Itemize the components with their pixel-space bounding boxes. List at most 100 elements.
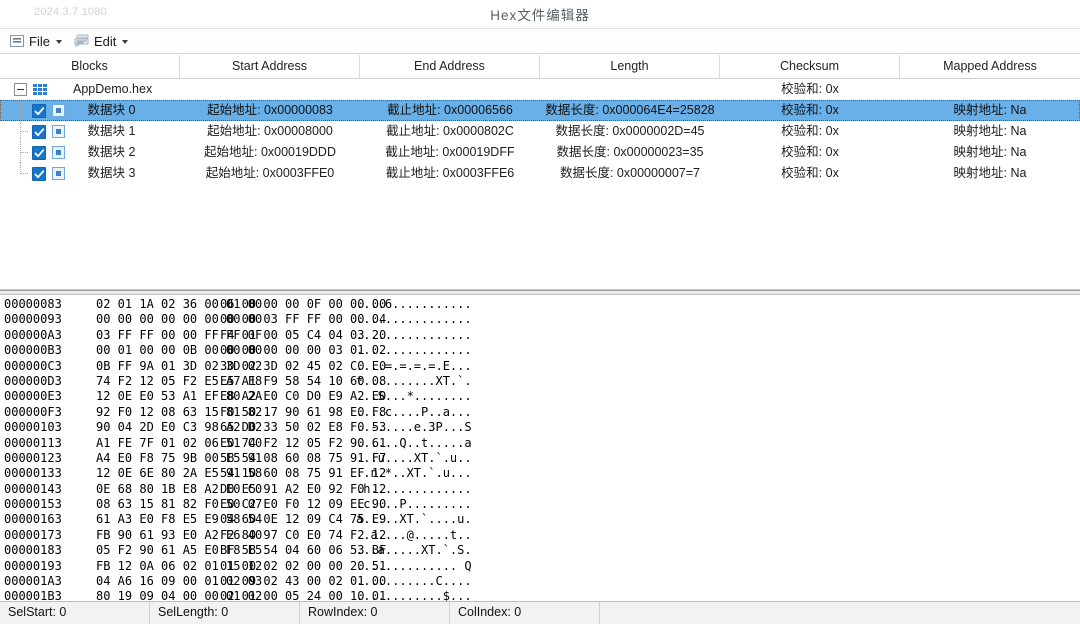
- hex-bytes-group-2[interactable]: 02 01 00 05 24 00 10 01: [220, 589, 356, 601]
- block-checkbox[interactable]: [32, 104, 46, 118]
- hex-ascii[interactable]: ....=.=.=.=.E...: [356, 359, 472, 374]
- hex-bytes-group-2[interactable]: 01 09 02 43 00 02 01 00: [220, 574, 356, 589]
- hex-row[interactable]: 00000123A4 E0 F8 75 9B 00 E5 9158 54 08 …: [4, 451, 1080, 466]
- menu-file[interactable]: File: [6, 29, 69, 53]
- hex-ascii[interactable]: ...S...*........: [356, 389, 472, 404]
- hex-bytes-group-1[interactable]: 80 19 09 04 00 00 01 02: [96, 589, 220, 601]
- menu-edit[interactable]: Edit: [71, 29, 135, 53]
- hex-ascii[interactable]: ....6...........: [356, 297, 472, 312]
- hex-bytes-group-2[interactable]: 00 00 00 00 00 03 01 02: [220, 343, 356, 358]
- hex-ascii[interactable]: t..........XT.`.: [356, 374, 472, 389]
- hex-bytes-group-2[interactable]: E0 C2 E0 F0 12 09 EE 90: [220, 497, 356, 512]
- hex-dump[interactable]: 0000008302 01 1A 02 36 00 01 0006 00 00 …: [0, 295, 1080, 601]
- hex-ascii[interactable]: ..-.....e.3P...S: [356, 420, 472, 435]
- hex-bytes-group-1[interactable]: 92 F0 12 08 63 15 81 82: [96, 405, 220, 420]
- hex-bytes-group-1[interactable]: A1 FE 7F 01 02 06 51 C0: [96, 436, 220, 451]
- hex-bytes-group-1[interactable]: 0E 68 80 1B E8 A2 E0 C0: [96, 482, 220, 497]
- hex-bytes-group-1[interactable]: 12 0E E0 53 A1 EF 80 2A: [96, 389, 220, 404]
- hex-bytes-group-2[interactable]: E0 74 F2 12 05 F2 90 61: [220, 436, 356, 451]
- hex-bytes-group-1[interactable]: 0B FF 9A 01 3D 02 3D 02: [96, 359, 220, 374]
- hex-row[interactable]: 000000A303 FF FF 00 00 FF FF 0FF4 01 00 …: [4, 328, 1080, 343]
- hex-ascii[interactable]: ......Q..t.....a: [356, 436, 472, 451]
- hex-row[interactable]: 000000B300 01 00 00 0B 00 00 0000 00 00 …: [4, 343, 1080, 358]
- hex-ascii[interactable]: ....c....P..a...: [356, 405, 472, 420]
- hex-bytes-group-2[interactable]: 3D 02 3D 02 45 02 C0 E0: [220, 359, 356, 374]
- hex-bytes-group-1[interactable]: 00 00 00 00 00 00 00 00: [96, 312, 220, 327]
- hex-ascii[interactable]: ............$...: [356, 589, 472, 601]
- block-checkbox[interactable]: [32, 167, 46, 181]
- hex-ascii[interactable]: .h..............: [356, 482, 472, 497]
- hex-ascii[interactable]: ................: [356, 312, 472, 327]
- tree-root-row[interactable]: AppDemo.hex 校验和: 0x: [0, 79, 1080, 100]
- hex-row[interactable]: 0000010390 04 2D E0 C3 98 A2 D265 D0 33 …: [4, 420, 1080, 435]
- hex-row[interactable]: 0000016361 A3 E0 F8 E5 E9 58 5404 60 0E …: [4, 512, 1080, 527]
- hex-row[interactable]: 0000009300 00 00 00 00 00 00 0000 00 03 …: [4, 312, 1080, 327]
- hex-bytes-group-1[interactable]: 90 04 2D E0 C3 98 A2 D2: [96, 420, 220, 435]
- hex-row[interactable]: 000001430E 68 80 1B E8 A2 E0 C0D0 E5 91 …: [4, 482, 1080, 497]
- hex-bytes-group-2[interactable]: 65 D0 33 50 02 E8 F0 53: [220, 420, 356, 435]
- block-checkbox[interactable]: [32, 125, 46, 139]
- column-header-length[interactable]: Length: [540, 55, 720, 78]
- hex-row[interactable]: 000000D374 F2 12 05 F2 E5 A7 F8E5 A1 F9 …: [4, 374, 1080, 389]
- hex-bytes-group-2[interactable]: E5 A1 F9 58 54 10 60 08: [220, 374, 356, 389]
- hex-row[interactable]: 000001B380 19 09 04 00 00 01 0202 01 00 …: [4, 589, 1080, 601]
- hex-bytes-group-2[interactable]: F4 01 00 05 C4 04 03 20: [220, 328, 356, 343]
- hex-row[interactable]: 00000173FB 90 61 93 E0 A2 E6 40F2 80 97 …: [4, 528, 1080, 543]
- hex-row[interactable]: 00000113A1 FE 7F 01 02 06 51 C0E0 74 F2 …: [4, 436, 1080, 451]
- hex-bytes-group-2[interactable]: E8 A2 E0 C0 D0 E9 A2 E0: [220, 389, 356, 404]
- hex-row[interactable]: 0000013312 0E 6E 80 2A E5 91 5854 10 60 …: [4, 466, 1080, 481]
- hex-view-panel[interactable]: 0000008302 01 1A 02 36 00 01 0006 00 00 …: [0, 290, 1080, 601]
- hex-ascii[interactable]: ..n.*..XT.`.u...: [356, 466, 472, 481]
- column-header-end-address[interactable]: End Address: [360, 55, 540, 78]
- hex-bytes-group-2[interactable]: 00 00 03 FF FF 00 00 04: [220, 312, 356, 327]
- hex-ascii[interactable]: a.....XT.`....u.: [356, 512, 472, 527]
- column-header-blocks[interactable]: Blocks: [0, 55, 180, 78]
- table-row[interactable]: 数据块 0 起始地址: 0x00000083 截止地址: 0x00006566 …: [0, 100, 1080, 121]
- hex-row[interactable]: 00000193FB 12 0A 06 02 01 15 1201 00 02 …: [4, 559, 1080, 574]
- column-header-start-address[interactable]: Start Address: [180, 55, 360, 78]
- hex-ascii[interactable]: ..a....@.....t..: [356, 528, 472, 543]
- hex-bytes-group-2[interactable]: 58 54 08 60 08 75 91 F7: [220, 451, 356, 466]
- hex-bytes-group-2[interactable]: 06 00 00 00 0F 00 00 00: [220, 297, 356, 312]
- hex-bytes-group-1[interactable]: 12 0E 6E 80 2A E5 91 58: [96, 466, 220, 481]
- hex-row[interactable]: 0000008302 01 1A 02 36 00 01 0006 00 00 …: [4, 297, 1080, 312]
- hex-bytes-group-2[interactable]: D0 E5 91 A2 E0 92 F0 12: [220, 482, 356, 497]
- hex-bytes-group-2[interactable]: F0 50 17 90 61 98 E0 F8: [220, 405, 356, 420]
- table-row[interactable]: 数据块 1 起始地址: 0x00008000 截止地址: 0x0000802C …: [0, 121, 1080, 142]
- collapse-expander-icon[interactable]: [14, 83, 27, 96]
- hex-row[interactable]: 000001A304 A6 16 09 00 01 02 0301 09 02 …: [4, 574, 1080, 589]
- hex-ascii[interactable]: ...u....XT.`.u..: [356, 451, 472, 466]
- hex-bytes-group-2[interactable]: BF 58 54 04 60 06 53 BF: [220, 543, 356, 558]
- hex-row[interactable]: 0000018305 F2 90 61 A5 E0 F8 E5BF 58 54 …: [4, 543, 1080, 558]
- hex-bytes-group-1[interactable]: A4 E0 F8 75 9B 00 E5 91: [96, 451, 220, 466]
- hex-bytes-group-2[interactable]: 54 10 60 08 75 91 EF 12: [220, 466, 356, 481]
- hex-bytes-group-2[interactable]: 04 60 0E 12 09 C4 75 E9: [220, 512, 356, 527]
- hex-ascii[interactable]: ...a.....XT.`.S.: [356, 543, 472, 558]
- hex-bytes-group-1[interactable]: 04 A6 16 09 00 01 02 03: [96, 574, 220, 589]
- hex-ascii[interactable]: .............. Q: [356, 559, 472, 574]
- hex-bytes-group-2[interactable]: F2 80 97 C0 E0 74 F2 12: [220, 528, 356, 543]
- hex-bytes-group-2[interactable]: 01 00 02 02 00 00 20 51: [220, 559, 356, 574]
- hex-bytes-group-1[interactable]: 61 A3 E0 F8 E5 E9 58 54: [96, 512, 220, 527]
- table-row[interactable]: 数据块 3 起始地址: 0x0003FFE0 截止地址: 0x0003FFE6 …: [0, 163, 1080, 184]
- hex-bytes-group-1[interactable]: 03 FF FF 00 00 FF FF 0F: [96, 328, 220, 343]
- hex-bytes-group-1[interactable]: 02 01 1A 02 36 00 01 00: [96, 297, 220, 312]
- hex-bytes-group-1[interactable]: 74 F2 12 05 F2 E5 A7 F8: [96, 374, 220, 389]
- hex-bytes-group-1[interactable]: 05 F2 90 61 A5 E0 F8 E5: [96, 543, 220, 558]
- hex-ascii[interactable]: .c....P.........: [356, 497, 472, 512]
- column-header-mapped-address[interactable]: Mapped Address: [900, 55, 1080, 78]
- hex-bytes-group-1[interactable]: 08 63 15 81 82 F0 50 07: [96, 497, 220, 512]
- column-header-checksum[interactable]: Checksum: [720, 55, 900, 78]
- hex-bytes-group-1[interactable]: FB 12 0A 06 02 01 15 12: [96, 559, 220, 574]
- hex-ascii[interactable]: ...........C....: [356, 574, 472, 589]
- hex-ascii[interactable]: ................: [356, 343, 472, 358]
- hex-row[interactable]: 000000E312 0E E0 53 A1 EF 80 2AE8 A2 E0 …: [4, 389, 1080, 404]
- hex-row[interactable]: 000000C30B FF 9A 01 3D 02 3D 023D 02 3D …: [4, 359, 1080, 374]
- table-row[interactable]: 数据块 2 起始地址: 0x00019DDD 截止地址: 0x00019DFF …: [0, 142, 1080, 163]
- hex-row[interactable]: 0000015308 63 15 81 82 F0 50 07E0 C2 E0 …: [4, 497, 1080, 512]
- hex-row[interactable]: 000000F392 F0 12 08 63 15 81 82F0 50 17 …: [4, 405, 1080, 420]
- block-checkbox[interactable]: [32, 146, 46, 160]
- hex-bytes-group-1[interactable]: 00 01 00 00 0B 00 00 00: [96, 343, 220, 358]
- hex-ascii[interactable]: ................: [356, 328, 472, 343]
- hex-bytes-group-1[interactable]: FB 90 61 93 E0 A2 E6 40: [96, 528, 220, 543]
